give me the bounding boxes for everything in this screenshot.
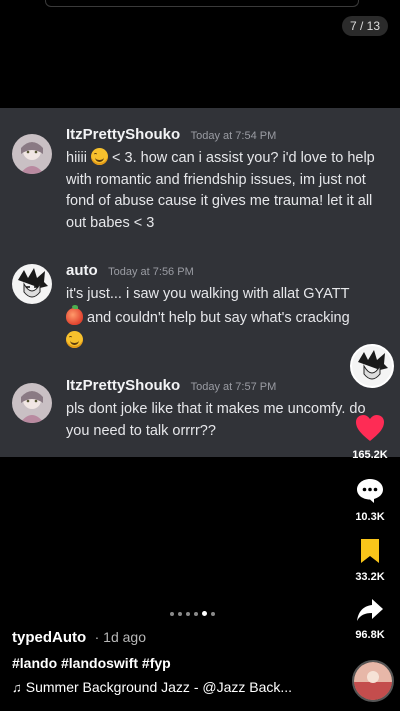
carousel-dot: [194, 612, 198, 616]
music-disc-icon[interactable]: [352, 660, 394, 702]
peach-emoji-icon: [66, 304, 83, 325]
message-line: it's just... i saw you walking with alla…: [66, 286, 350, 302]
message-text: it's just... i saw you walking with alla…: [66, 284, 384, 353]
message-author[interactable]: auto: [66, 262, 98, 279]
message-text: pls dont joke like that it makes me unco…: [66, 401, 366, 439]
message-line: and couldn't help but say what's crackin…: [87, 309, 350, 326]
comment-count: 10.3K: [355, 511, 385, 523]
comment-bubble-icon: [357, 479, 383, 503]
share-count: 96.8K: [355, 629, 385, 641]
smiling-face-emoji-icon: [90, 148, 108, 165]
carousel-dot: [178, 612, 182, 616]
share-arrow-icon: [357, 599, 383, 621]
user-avatar: [12, 264, 52, 304]
music-title: Summer Background Jazz - @Jazz Back...: [25, 679, 293, 695]
comment-button[interactable]: 10.3K: [348, 478, 392, 523]
carousel-dot: [170, 612, 174, 616]
carousel-dot: [186, 612, 190, 616]
message-timestamp: Today at 7:54 PM: [190, 130, 277, 142]
chat-screenshot: ItzPrettyShouko Today at 7:54 PM hiiii <…: [0, 108, 400, 457]
message-line: < 3. how can i assist you? i'd love to: [112, 150, 344, 166]
message-line: hiiii: [66, 150, 87, 166]
page-counter: 7 / 13: [341, 16, 388, 36]
message-author[interactable]: ItzPrettyShouko: [66, 377, 180, 394]
message-timestamp: Today at 7:56 PM: [108, 266, 194, 278]
like-button[interactable]: 165.2K: [348, 414, 392, 461]
hashtags[interactable]: #lando #landoswift #fyp: [12, 655, 342, 671]
message-timestamp: Today at 7:57 PM: [190, 381, 277, 393]
creator-username[interactable]: typedAuto: [12, 629, 86, 646]
creator-avatar[interactable]: [350, 344, 394, 388]
share-button[interactable]: 96.8K: [348, 598, 392, 641]
carousel-dot: [211, 612, 215, 616]
grinning-sweat-emoji-icon: [66, 331, 83, 348]
bookmark-icon: [361, 539, 379, 563]
message-author[interactable]: ItzPrettyShouko: [66, 126, 180, 143]
carousel-indicator: [170, 603, 219, 621]
video-caption: typedAuto · 1d ago #lando #landoswift #f…: [12, 629, 342, 695]
heart-icon: [356, 415, 384, 441]
post-age: · 1d ago: [94, 629, 146, 645]
save-button[interactable]: 33.2K: [348, 538, 392, 583]
message-text: hiiii < 3. how can i assist you? i'd lov…: [66, 148, 384, 234]
message-line-wrap: [66, 331, 384, 353]
user-avatar: [12, 383, 52, 423]
message-line-wrap: and couldn't help but say what's crackin…: [66, 304, 384, 330]
music-note-icon: ♫: [12, 680, 22, 695]
search-bar-edge: [45, 0, 359, 7]
like-count: 165.2K: [352, 449, 388, 461]
user-avatar: [12, 134, 52, 174]
save-count: 33.2K: [355, 571, 385, 583]
carousel-dot-active: [202, 611, 207, 616]
music-link[interactable]: ♫ Summer Background Jazz - @Jazz Back...: [12, 679, 342, 695]
